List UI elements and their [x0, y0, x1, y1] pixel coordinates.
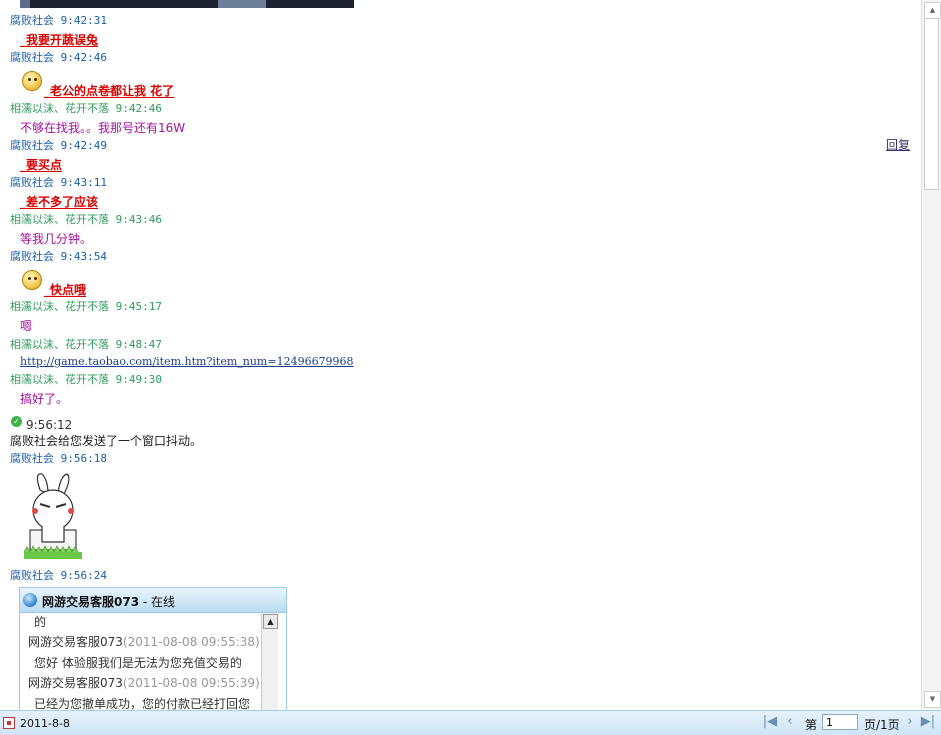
previous-image-fragment	[20, 0, 354, 8]
cs-box-title: 网游交易客服073 - 在线	[42, 595, 176, 609]
cs-box-scrollbar[interactable]: ▲	[261, 613, 278, 710]
cs-box-header: 网游交易客服073 - 在线	[20, 588, 286, 613]
cs-line-header: 网游交易客服073(2011-08-08 09:55:38):	[28, 635, 264, 649]
surprised-face-emoji-icon	[22, 270, 42, 290]
last-page-icon[interactable]: ▶|	[920, 714, 936, 730]
message-header: 腐败社会 9:43:11	[10, 176, 107, 189]
message-header: 相濡以沫、花开不落 9:48:47	[10, 338, 162, 351]
image-thumb	[20, 0, 30, 8]
message-text: 不够在找我。。我那号还有16W	[20, 121, 186, 135]
message-header: 腐败社会 9:43:54	[10, 250, 107, 263]
cs-line: 的	[34, 615, 47, 629]
message-text: _差不多了应该	[20, 195, 99, 209]
scroll-up-icon[interactable]: ▲	[924, 2, 941, 19]
message-header: 相濡以沫、花开不落 9:43:46	[10, 213, 162, 226]
chat-history: 腐败社会 9:42:31 _我要开蔬误兔 腐败社会 9:42:46 _老公的点卷…	[0, 0, 921, 710]
message-header: 腐败社会 9:56:18	[10, 452, 107, 465]
chat-scrollbar[interactable]: ▲ ▼	[921, 0, 941, 710]
message-header: 腐败社会 9:56:24	[10, 569, 107, 582]
message-link[interactable]: http://game.taobao.com/item.htm?item_num…	[20, 355, 354, 368]
scroll-up-icon[interactable]: ▲	[263, 614, 278, 629]
customer-service-chat-box: 网游交易客服073 - 在线 的 网游交易客服073(2011-08-08 09…	[19, 587, 287, 710]
status-bar: 2011-8-8 |◀ ‹ 第 页/1页 › ▶|	[0, 710, 941, 735]
status-date: 2011-8-8	[20, 717, 70, 730]
message-text: _要买点	[20, 158, 63, 172]
cs-line: 已经为您撤单成功，您的付款已经打回您	[34, 697, 251, 710]
message-header: 相濡以沫、花开不落 9:45:17	[10, 300, 162, 313]
message-header: 腐败社会 9:42:46	[10, 51, 107, 64]
first-page-icon[interactable]: |◀	[762, 714, 778, 730]
message-text: _老公的点卷都让我 花了	[44, 84, 175, 98]
image-thumb	[218, 0, 266, 8]
page-number-input[interactable]	[822, 714, 858, 730]
cs-line-header: 网游交易客服073(2011-08-08 09:55:39):	[28, 676, 264, 690]
message-header: 腐败社会 9:42:49	[10, 139, 107, 152]
reply-link[interactable]: 回复	[886, 136, 910, 153]
scroll-down-icon[interactable]: ▼	[924, 691, 941, 708]
message-text: _快点哦	[44, 283, 87, 297]
next-page-icon[interactable]: ›	[902, 714, 918, 730]
message-text: 搞好了。	[20, 392, 69, 406]
message-text: _我要开蔬误兔	[20, 33, 99, 47]
page-suffix: 页/1页	[864, 718, 900, 732]
system-time: 9:56:12	[26, 418, 73, 432]
rabbit-sticker-image	[20, 470, 86, 563]
scroll-thumb[interactable]	[924, 18, 939, 190]
message-text: 等我几分钟。	[20, 232, 93, 246]
message-header: 相濡以沫、花开不落 9:49:30	[10, 373, 162, 386]
cs-line: 您好 体验服我们是无法为您充值交易的	[34, 656, 242, 670]
record-icon[interactable]	[3, 717, 15, 729]
system-notice-text: 腐败社会给您发送了一个窗口抖动。	[10, 434, 203, 448]
prev-page-icon[interactable]: ‹	[782, 714, 798, 730]
check-icon: ✓	[11, 416, 22, 427]
message-header: 相濡以沫、花开不落 9:42:46	[10, 102, 162, 115]
chat-bubble-icon	[23, 593, 37, 607]
message-text: 嗯	[20, 319, 33, 333]
cs-box-body: 的 网游交易客服073(2011-08-08 09:55:38): 您好 体验服…	[20, 613, 264, 710]
page-prefix: 第	[805, 718, 818, 732]
sad-face-emoji-icon	[22, 71, 42, 91]
message-header: 腐败社会 9:42:31	[10, 14, 107, 27]
